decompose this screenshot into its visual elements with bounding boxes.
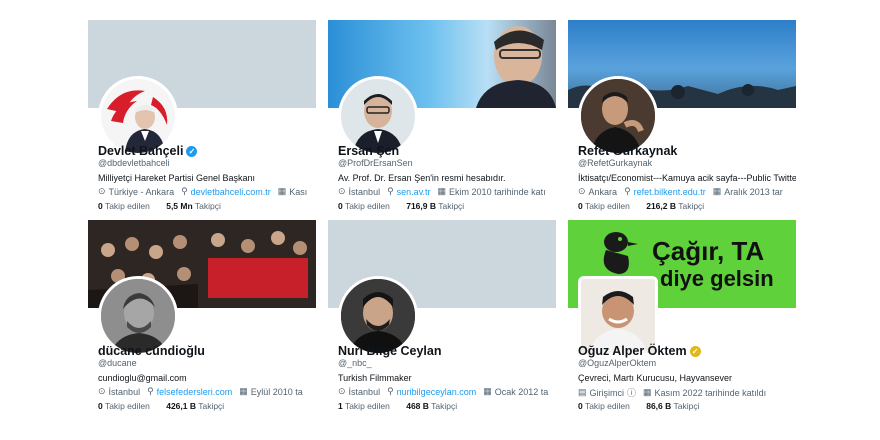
link-icon: ⚲ <box>624 186 631 196</box>
followers-stat[interactable]: 426,1 B Takipçi <box>166 401 224 411</box>
profile-handle: @ducane <box>98 358 137 368</box>
profile-meta: ⊙ Türkiye - Ankara ⚲ devletbahceli.com.tr … <box>98 186 308 197</box>
profile-meta: ⊙ İstanbul ⚲ sen.av.tr ▦ Ekim 2010 tarihind… <box>338 186 546 197</box>
profile-stats: 0 Takip edilen 426,1 B Takipçi <box>98 401 224 411</box>
info-icon[interactable]: ⓘ <box>627 386 636 399</box>
profile-link[interactable]: felsefedersleri.com <box>157 387 233 397</box>
profile-stats: 0 Takip edilen 716,9 B Takipçi <box>338 201 464 211</box>
calendar-icon: ▦ <box>712 186 722 196</box>
followers-stat[interactable]: 216,2 B Takipçi <box>646 201 704 211</box>
profile-name: Ersan Şen <box>338 144 400 158</box>
link-icon: ⚲ <box>147 386 154 396</box>
profile-meta: ⊙ İstanbul ⚲ felsefedersleri.com ▦ Eylül 20… <box>98 386 303 397</box>
profile-handle: @ProfDrErsanSen <box>338 158 413 168</box>
followers-stat[interactable]: 716,9 B Takipçi <box>406 201 464 211</box>
profile-card-refet-gurkaynak[interactable]: Refet Gürkaynak @RefetGurkaynak İktisatç… <box>568 20 796 216</box>
profile-link[interactable]: nuribilgeceylan.com <box>397 387 477 397</box>
location-icon: ⊙ <box>578 186 586 196</box>
profile-name: Devlet Bahçeli ✓ <box>98 144 198 158</box>
profile-name: dücane cündioğlu <box>98 344 205 358</box>
following-stat[interactable]: 0 Takip edilen <box>98 401 150 411</box>
profile-handle: @RefetGurkaynak <box>578 158 653 168</box>
briefcase-icon: ▤ <box>578 387 587 397</box>
following-stat[interactable]: 0 Takip edilen <box>578 201 630 211</box>
calendar-icon: ▦ <box>643 387 652 397</box>
banner-slogan-line1: Çağır, TA <box>652 236 765 266</box>
calendar-icon: ▦ <box>239 386 248 396</box>
following-stat[interactable]: 1 Takip edilen <box>338 401 390 411</box>
location-icon: ⊙ <box>338 386 346 396</box>
profile-card-oguz-alper-oktem[interactable]: Çağır, TA diye gelsin Oğuz Alper Öktem ✓ … <box>568 220 796 416</box>
profile-meta: ▤ Girişimci ⓘ ▦ Kasım 2022 tarihinde katıld… <box>578 386 767 399</box>
following-stat[interactable]: 0 Takip edilen <box>578 401 630 411</box>
followers-stat[interactable]: 468 B Takipçi <box>406 401 457 411</box>
link-icon: ⚲ <box>387 186 394 196</box>
profile-name: Refet Gürkaynak <box>578 144 678 158</box>
calendar-icon: ▦ <box>277 186 287 196</box>
profile-name: Oğuz Alper Öktem ✓ <box>578 344 701 358</box>
profile-link[interactable]: devletbahceli.com.tr <box>191 187 271 197</box>
profile-bio: Av. Prof. Dr. Ersan Şen'in resmi hesabıd… <box>338 173 506 183</box>
profile-card-nuri-bilge-ceylan[interactable]: Nuri Bilge Ceylan @_nbc_ Turkish Filmmak… <box>328 220 556 416</box>
profile-meta: ⊙ Ankara ⚲ refet.bilkent.edu.tr ▦ Aralık 20… <box>578 186 783 197</box>
profile-handle: @dbdevletbahceli <box>98 158 170 168</box>
link-icon: ⚲ <box>181 186 188 196</box>
profile-card-bahceli[interactable]: Devlet Bahçeli ✓ @dbdevletbahceli Milliye… <box>88 20 316 216</box>
profile-stats: 0 Takip edilen 86,6 B Takipçi <box>578 401 699 411</box>
followers-stat[interactable]: 86,6 B Takipçi <box>646 401 699 411</box>
profile-stats: 0 Takip edilen 216,2 B Takipçi <box>578 201 704 211</box>
verified-gold-badge-icon: ✓ <box>689 346 701 357</box>
profile-handle: @OguzAlperOktem <box>578 358 657 368</box>
profile-bio: Milliyetçi Hareket Partisi Genel Başkanı <box>98 173 256 183</box>
profile-card-ersan-sen[interactable]: Ersan Şen @ProfDrErsanSen Av. Prof. Dr. … <box>328 20 556 216</box>
location-icon: ⊙ <box>98 186 106 196</box>
followers-stat[interactable]: 5,5 Mn Takipçi <box>166 201 221 211</box>
profile-bio: İktisatçı/Economist---Kamuya acik sayfa-… <box>578 173 796 183</box>
profile-stats: 1 Takip edilen 468 B Takipçi <box>338 401 457 411</box>
link-icon: ⚲ <box>387 386 394 396</box>
verified-badge-icon: ✓ <box>186 146 198 157</box>
profile-link[interactable]: refet.bilkent.edu.tr <box>634 187 706 197</box>
profile-handle: @_nbc_ <box>338 358 372 368</box>
profile-bio: Turkish Filmmaker <box>338 373 412 383</box>
banner-slogan-line2: diye gelsin <box>660 266 774 291</box>
profile-stats: 0 Takip edilen 5,5 Mn Takipçi <box>98 201 221 211</box>
profile-meta: ⊙ İstanbul ⚲ nuribilgeceylan.com ▦ Ocak 201… <box>338 386 549 397</box>
profile-bio: Çevreci, Martı Kurucusu, Hayvansever <box>578 373 733 383</box>
profile-link[interactable]: sen.av.tr <box>397 187 431 197</box>
profile-card-ducane-cundioglu[interactable]: dücane cündioğlu @ducane cundioglu@gmail… <box>88 220 316 416</box>
following-stat[interactable]: 0 Takip edilen <box>338 201 390 211</box>
following-stat[interactable]: 0 Takip edilen <box>98 201 150 211</box>
location-icon: ⊙ <box>98 386 106 396</box>
calendar-icon: ▦ <box>437 186 447 196</box>
calendar-icon: ▦ <box>483 386 492 396</box>
profile-bio: cundioglu@gmail.com <box>98 373 187 383</box>
location-icon: ⊙ <box>338 186 346 196</box>
profile-name: Nuri Bilge Ceylan <box>338 344 442 358</box>
